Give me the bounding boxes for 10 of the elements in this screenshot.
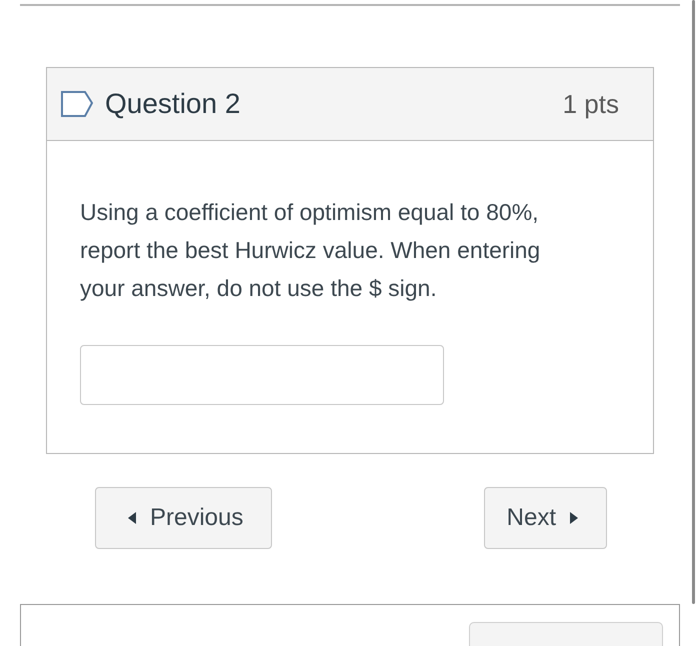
points-label: 1 pts xyxy=(562,88,619,120)
answer-field[interactable] xyxy=(80,345,444,405)
caret-icon xyxy=(570,512,578,524)
question-title: Question 2 xyxy=(105,88,242,120)
caret-icon xyxy=(128,512,136,524)
previous-button[interactable]: Previous xyxy=(95,487,272,549)
flag-icon[interactable] xyxy=(61,91,93,117)
scrollbar[interactable] xyxy=(692,0,695,604)
next-button[interactable]: Next xyxy=(484,487,607,549)
question-text: Using a coefficient of optimism equal to 80%, report the best Hurwicz value. When entering your answer, do not use the $ sign. xyxy=(80,198,542,303)
